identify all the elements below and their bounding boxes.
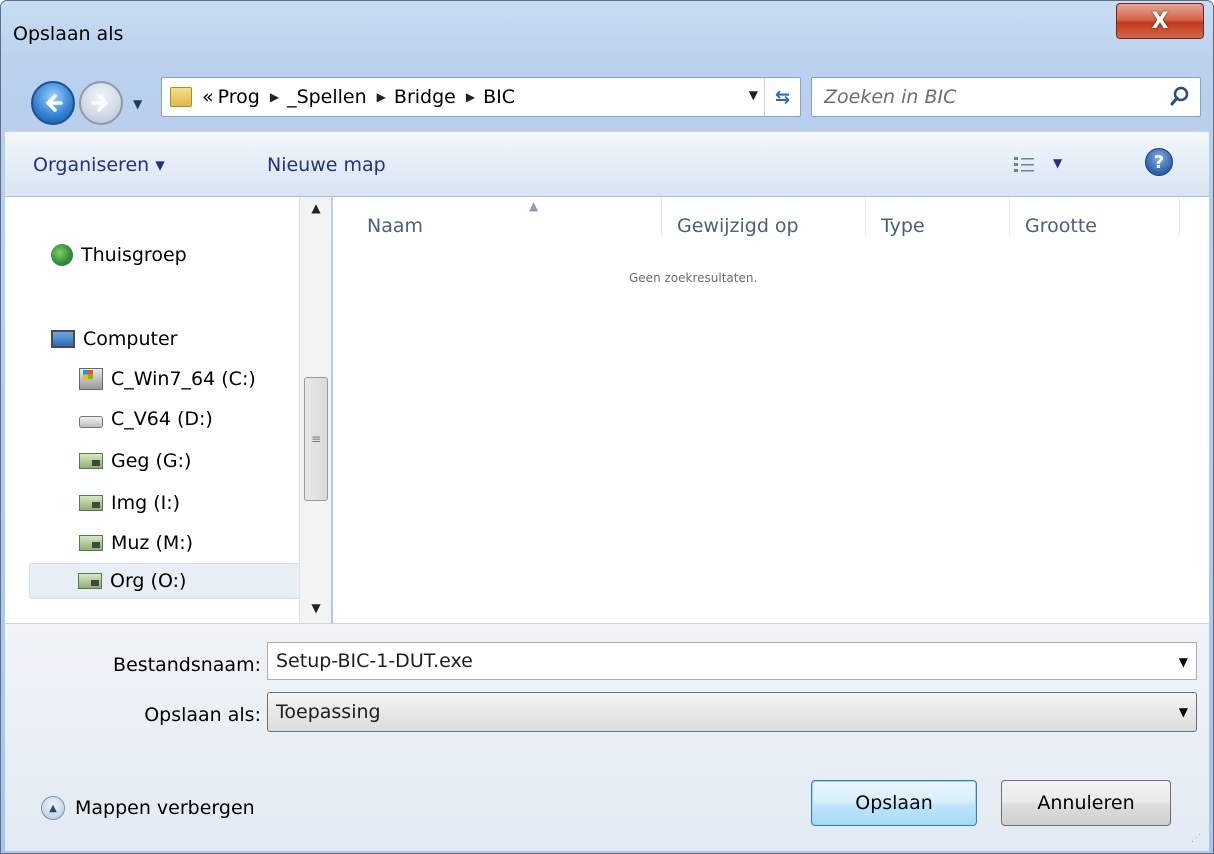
- command-toolbar: Organiseren ▾ Nieuwe map ▼ ?: [5, 131, 1209, 197]
- scroll-thumb[interactable]: ≡: [304, 377, 328, 501]
- network-drive-icon: [79, 535, 103, 551]
- nav-item-label: Muz (M:): [111, 532, 194, 554]
- network-drive-icon: [79, 495, 103, 511]
- recent-locations-chevron-icon[interactable]: ▼: [133, 97, 142, 111]
- organize-menu[interactable]: Organiseren ▾: [33, 154, 165, 176]
- title-bar[interactable]: Opslaan als X: [1, 1, 1213, 47]
- save-form: Bestandsnaam: Setup-BIC-1-DUT.exe ▼ Opsl…: [5, 623, 1209, 851]
- back-arrow-icon: [45, 94, 63, 112]
- view-options-icon[interactable]: [1013, 156, 1035, 174]
- column-divider[interactable]: [1179, 197, 1180, 237]
- search-placeholder: Zoeken in BIC: [824, 86, 957, 108]
- savetype-value: Toepassing: [276, 701, 381, 723]
- windows-drive-icon: [79, 368, 103, 390]
- network-drive-icon: [78, 573, 102, 589]
- save-as-dialog: Opslaan als X ▼ « Prog ▶ _Spellen ▶ Brid…: [0, 0, 1214, 854]
- filename-label: Bestandsnaam:: [113, 654, 261, 676]
- filename-field[interactable]: Setup-BIC-1-DUT.exe ▼: [267, 642, 1197, 680]
- hide-folders-label: Mappen verbergen: [75, 797, 255, 819]
- computer-icon: [51, 330, 75, 348]
- column-header-modified[interactable]: Gewijzigd op: [677, 215, 799, 237]
- savetype-select[interactable]: Toepassing ▼: [267, 692, 1197, 732]
- savetype-dropdown-icon[interactable]: ▼: [1179, 705, 1188, 719]
- forward-button[interactable]: [79, 81, 123, 125]
- view-dropdown-chevron-icon[interactable]: ▼: [1053, 156, 1062, 170]
- scroll-up-icon[interactable]: ▲: [300, 197, 332, 219]
- breadcrumb-item[interactable]: Prog: [218, 86, 260, 108]
- breadcrumb-item[interactable]: _Spellen: [287, 86, 367, 108]
- close-button[interactable]: X: [1116, 3, 1204, 39]
- savetype-label: Opslaan als:: [144, 704, 261, 726]
- nav-item-label: Img (I:): [111, 492, 181, 514]
- save-button[interactable]: Opslaan: [811, 780, 977, 826]
- file-list[interactable]: ▲ Naam Gewijzigd op Type Grootte Geen zo…: [333, 197, 1209, 623]
- breadcrumb-item[interactable]: BIC: [483, 86, 515, 108]
- sort-ascending-icon: ▲: [529, 199, 539, 213]
- column-divider[interactable]: [661, 197, 662, 237]
- homegroup-icon: [51, 244, 73, 266]
- search-input[interactable]: Zoeken in BIC: [811, 77, 1201, 117]
- back-button[interactable]: [31, 81, 75, 125]
- breadcrumb-chevron-icon[interactable]: ▶: [377, 90, 386, 104]
- column-divider[interactable]: [865, 197, 866, 237]
- nav-item-label: C_V64 (D:): [111, 408, 213, 430]
- refresh-button[interactable]: ⇆: [764, 78, 800, 116]
- forward-arrow-icon: [91, 94, 109, 112]
- column-header-type[interactable]: Type: [881, 215, 925, 237]
- filename-value: Setup-BIC-1-DUT.exe: [276, 650, 473, 672]
- search-icon[interactable]: [1170, 86, 1190, 106]
- nav-item-label: Org (O:): [110, 570, 187, 592]
- breadcrumb-item[interactable]: Bridge: [394, 86, 456, 108]
- resize-grip-icon[interactable]: ⋰: [1191, 833, 1205, 847]
- column-divider[interactable]: [1009, 197, 1010, 237]
- navigation-row: ▼ « Prog ▶ _Spellen ▶ Bridge ▶ BIC ▼ ⇆ Z…: [1, 47, 1213, 131]
- nav-item-label: Geg (G:): [111, 450, 192, 472]
- new-folder-button[interactable]: Nieuwe map: [267, 154, 386, 176]
- breadcrumb-chevron-icon[interactable]: ▶: [466, 90, 475, 104]
- network-drive-icon: [79, 453, 103, 469]
- nav-scrollbar[interactable]: ▲ ≡ ▼: [299, 197, 331, 623]
- hard-drive-icon: [79, 416, 103, 428]
- filename-dropdown-icon[interactable]: ▼: [1179, 655, 1188, 669]
- folder-icon: [170, 87, 192, 107]
- window-title: Opslaan als: [13, 23, 124, 45]
- breadcrumb-overflow[interactable]: «: [202, 86, 214, 108]
- column-header-name[interactable]: Naam: [367, 215, 423, 237]
- nav-item-drive-o[interactable]: Org (O:): [29, 563, 301, 599]
- collapse-up-icon: ▲: [41, 796, 65, 820]
- hide-folders-toggle[interactable]: ▲ Mappen verbergen: [41, 796, 255, 820]
- column-header-size[interactable]: Grootte: [1025, 215, 1097, 237]
- nav-item-label: C_Win7_64 (C:): [111, 368, 256, 390]
- address-dropdown-icon[interactable]: ▼: [749, 88, 758, 102]
- scroll-down-icon[interactable]: ▼: [300, 597, 332, 619]
- close-icon: X: [1151, 8, 1169, 34]
- help-icon[interactable]: ?: [1145, 148, 1173, 176]
- navigation-pane: Thuisgroep Computer C_Win7_64 (C:) C_V64…: [5, 197, 331, 623]
- breadcrumb-chevron-icon[interactable]: ▶: [270, 90, 279, 104]
- empty-message: Geen zoekresultaten.: [629, 271, 758, 285]
- nav-item-label: Computer: [83, 328, 178, 350]
- cancel-button[interactable]: Annuleren: [1001, 780, 1171, 826]
- address-bar[interactable]: « Prog ▶ _Spellen ▶ Bridge ▶ BIC ▼ ⇆: [161, 77, 801, 117]
- nav-item-label: Thuisgroep: [81, 244, 187, 266]
